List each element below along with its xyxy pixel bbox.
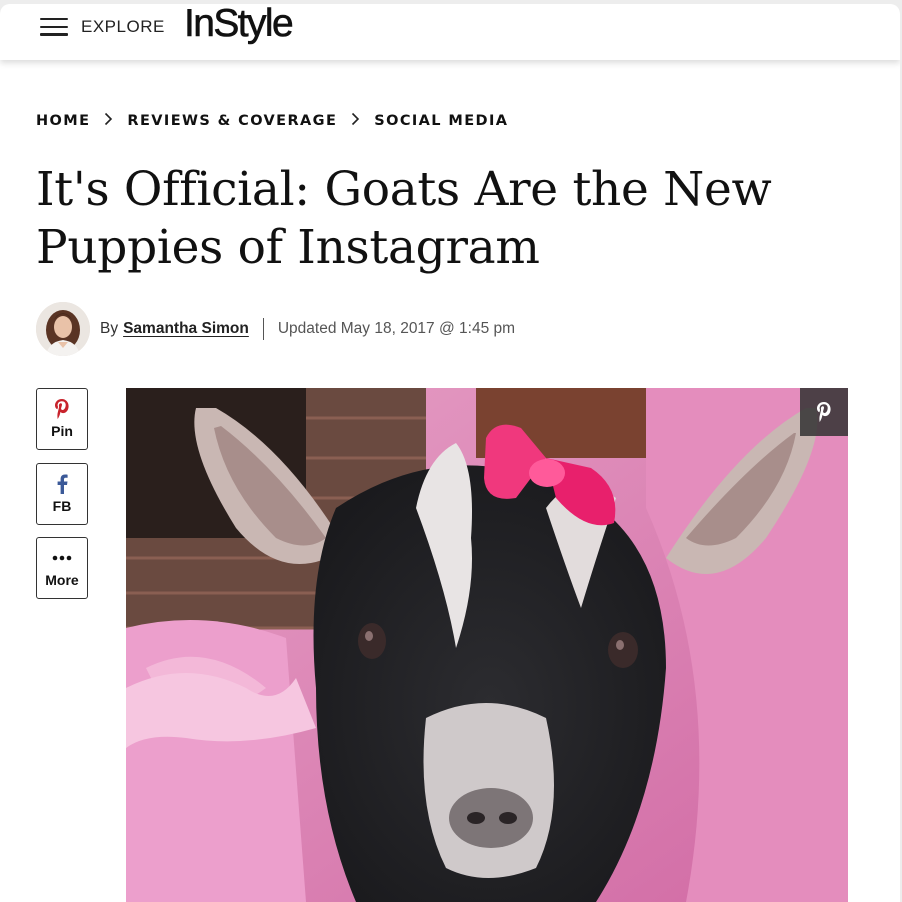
hero-image[interactable] — [126, 388, 848, 902]
more-dots-icon — [52, 545, 72, 571]
share-facebook-button[interactable]: FB — [36, 463, 88, 525]
facebook-icon — [56, 471, 68, 497]
breadcrumb-home[interactable]: HOME — [36, 113, 90, 129]
pinterest-icon — [817, 402, 831, 422]
share-more-label: More — [45, 572, 79, 588]
breadcrumb: HOME REVIEWS & COVERAGE SOCIAL MEDIA — [36, 112, 508, 130]
byline: By Samantha Simon Updated May 18, 2017 @… — [36, 302, 515, 356]
share-pinterest-button[interactable]: Pin — [36, 388, 88, 450]
chevron-right-icon — [104, 112, 113, 130]
share-pinterest-label: Pin — [51, 423, 73, 439]
site-logo[interactable]: InStyle — [184, 4, 294, 46]
share-more-button[interactable]: More — [36, 537, 88, 599]
explore-button[interactable]: EXPLORE — [81, 17, 165, 37]
chevron-right-icon — [351, 112, 360, 130]
updated-timestamp: Updated May 18, 2017 @ 1:45 pm — [277, 320, 516, 337]
author-avatar[interactable] — [36, 302, 90, 356]
goat-kid-with-pink-bow-photo — [126, 388, 848, 902]
breadcrumb-reviews-coverage[interactable]: REVIEWS & COVERAGE — [127, 113, 337, 129]
page: EXPLORE InStyle HOME REVIEWS & COVERAGE … — [0, 4, 900, 902]
top-nav-bar: EXPLORE InStyle — [0, 4, 900, 60]
image-pin-button[interactable] — [800, 388, 848, 436]
author-link[interactable]: Samantha Simon — [123, 320, 249, 338]
byline-divider — [262, 318, 264, 340]
breadcrumb-social-media[interactable]: SOCIAL MEDIA — [374, 113, 508, 129]
pinterest-icon — [54, 396, 70, 422]
share-facebook-label: FB — [52, 498, 72, 514]
article-title: It's Official: Goats Are the New Puppies… — [36, 162, 772, 275]
hamburger-menu-icon[interactable] — [40, 18, 68, 38]
byline-prefix: By — [100, 320, 119, 337]
